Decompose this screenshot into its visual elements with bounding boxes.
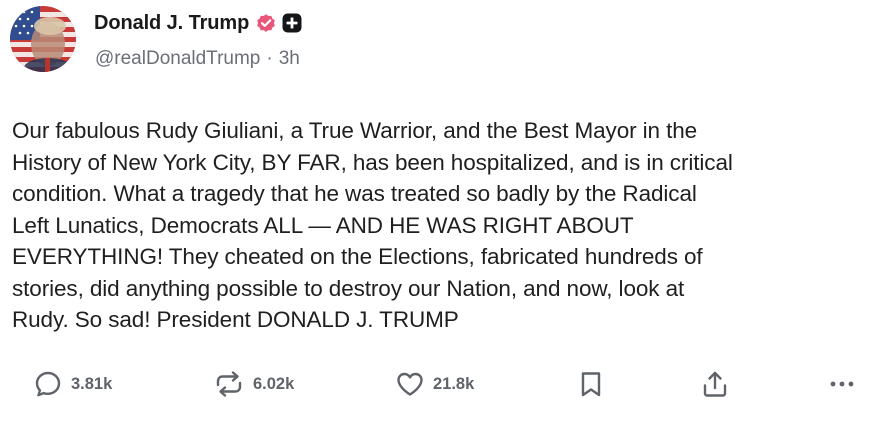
- plus-badge-icon: [282, 13, 302, 33]
- share-icon: [703, 371, 727, 397]
- like-count: 21.8k: [433, 374, 475, 393]
- post-body-line: Our fabulous Rudy Giuliani, a True Warri…: [12, 118, 698, 143]
- share-button[interactable]: [700, 364, 730, 404]
- author-meta: @realDonaldTrump · 3h: [95, 48, 300, 70]
- post-body-line: condition. What a tragedy that he was tr…: [12, 181, 697, 206]
- verified-badge-icon: [257, 14, 275, 32]
- retruth-count: 6.02k: [253, 374, 295, 393]
- author-name-row: Donald J. Trump: [94, 9, 302, 37]
- author-display-name[interactable]: Donald J. Trump: [94, 12, 249, 35]
- heart-icon: [397, 372, 423, 396]
- post-body: Our fabulous Rudy Giuliani, a True Warri…: [12, 115, 872, 336]
- meta-separator: ·: [266, 48, 273, 69]
- post-body-line: EVERYTHING! They cheated on the Election…: [12, 244, 703, 269]
- post-body-line: stories, did anything possible to destro…: [12, 275, 685, 301]
- author-handle[interactable]: @realDonaldTrump: [95, 48, 260, 70]
- like-button[interactable]: 21.8k: [395, 364, 474, 404]
- reply-button[interactable]: 3.81k: [33, 364, 112, 404]
- avatar-flag-icon: [10, 6, 76, 72]
- post-body-line: History of New York City, BY FAR, has be…: [12, 149, 733, 175]
- retruth-button[interactable]: 6.02k: [213, 364, 294, 404]
- post-body-line: Left Lunatics, Democrats ALL — AND HE WA…: [12, 212, 634, 238]
- retruth-icon: [216, 371, 242, 397]
- reply-count: 3.81k: [71, 374, 113, 393]
- reply-icon: [35, 371, 61, 397]
- more-options-button[interactable]: [827, 364, 857, 404]
- author-avatar[interactable]: [10, 6, 76, 72]
- bookmark-icon: [581, 372, 601, 397]
- post-actions-bar: 3.81k 6.02k 21.8k: [0, 364, 880, 404]
- truth-post: Donald J. Trump @realDonaldTrump · 3h Ou…: [0, 0, 880, 433]
- post-timestamp[interactable]: 3h: [279, 48, 300, 70]
- post-body-line: Rudy. So sad! President DONALD J. TRUMP: [12, 307, 459, 332]
- more-icon: [830, 381, 854, 387]
- bookmark-button[interactable]: [578, 364, 604, 404]
